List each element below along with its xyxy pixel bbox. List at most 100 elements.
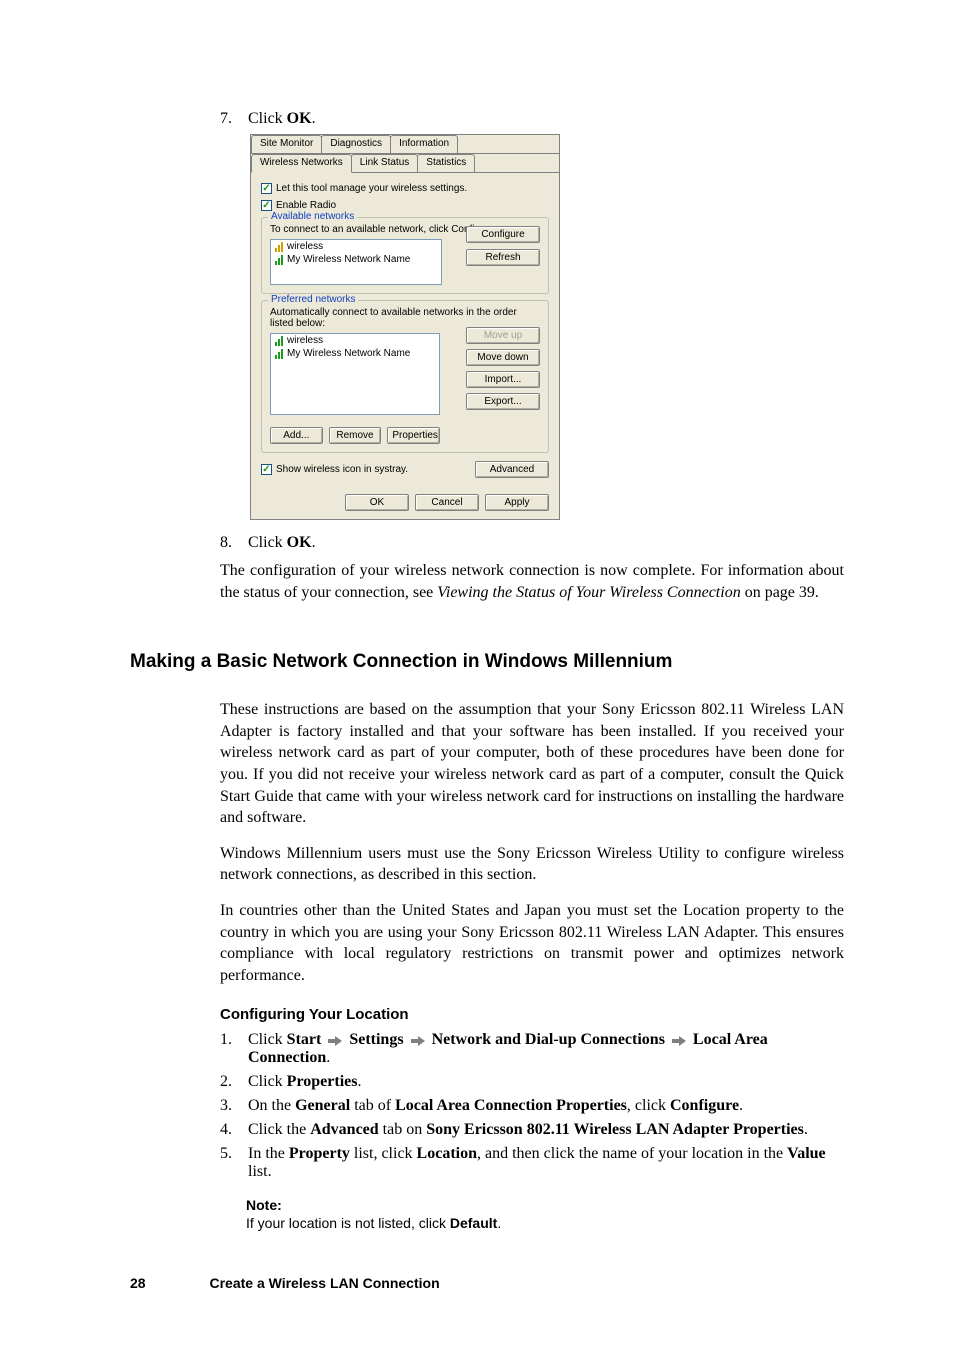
- completion-c: on page 39.: [741, 584, 819, 601]
- cancel-button[interactable]: Cancel: [415, 494, 479, 511]
- t: Configure: [670, 1097, 739, 1114]
- t: In the: [248, 1145, 289, 1162]
- t: On the: [248, 1097, 295, 1114]
- tab-wireless-networks[interactable]: Wireless Networks: [251, 154, 352, 173]
- loc-step-5-text: In the Property list, click Location, an…: [248, 1145, 844, 1181]
- checkbox-tool-manage[interactable]: ✓ Let this tool manage your wireless set…: [261, 183, 549, 194]
- move-down-button[interactable]: Move down: [466, 349, 540, 366]
- tab-site-monitor[interactable]: Site Monitor: [251, 135, 322, 153]
- intro-para-3: In countries other than the United State…: [220, 900, 844, 986]
- loc-step-2: 2. Click Properties.: [220, 1073, 844, 1091]
- note-body: If your location is not listed, click De…: [246, 1215, 844, 1231]
- tab-diagnostics[interactable]: Diagnostics: [321, 135, 391, 153]
- tab-row-upper: Site Monitor Diagnostics Information: [251, 135, 559, 154]
- t: .: [497, 1215, 501, 1231]
- group-available-title: Available networks: [268, 211, 357, 222]
- group-preferred-networks: Preferred networks Automatically connect…: [261, 300, 549, 453]
- ok-button[interactable]: OK: [345, 494, 409, 511]
- checkbox-icon: ✓: [261, 200, 272, 211]
- step-7: 7. Click OK.: [220, 110, 844, 128]
- loc-step-3-text: On the General tab of Local Area Connect…: [248, 1097, 743, 1115]
- checkbox-tool-label: Let this tool manage your wireless setti…: [276, 183, 467, 194]
- loc-step-1-text: Click Start Settings Network and Dial-up…: [248, 1031, 844, 1067]
- import-button[interactable]: Import...: [466, 371, 540, 388]
- t: .: [357, 1073, 361, 1090]
- t: Click: [248, 1031, 287, 1048]
- completion-link: Viewing the Status of Your Wireless Conn…: [437, 584, 740, 601]
- arrow-icon: [328, 1036, 342, 1046]
- checkbox-radio-label: Enable Radio: [276, 200, 336, 211]
- loc-step-4-num: 4.: [220, 1121, 238, 1139]
- apply-button[interactable]: Apply: [485, 494, 549, 511]
- completion-paragraph: The configuration of your wireless netwo…: [220, 560, 844, 603]
- t: Local Area Connection Properties: [395, 1097, 627, 1114]
- t: Sony Ericsson 802.11 Wireless LAN Adapte…: [426, 1121, 804, 1138]
- t: .: [739, 1097, 743, 1114]
- loc-step-1-num: 1.: [220, 1031, 238, 1067]
- step-7-pre: Click: [248, 110, 287, 127]
- signal-icon: [275, 336, 283, 346]
- t: .: [804, 1121, 808, 1138]
- note-title: Note:: [246, 1197, 844, 1213]
- t: Network and Dial-up Connections: [432, 1031, 665, 1048]
- list-item[interactable]: wireless: [271, 240, 441, 253]
- step-8-post: .: [312, 534, 316, 551]
- list-item[interactable]: wireless: [271, 334, 439, 347]
- t: Start: [287, 1031, 322, 1048]
- page-footer: 28 Create a Wireless LAN Connection: [130, 1275, 440, 1291]
- signal-icon: [275, 242, 283, 252]
- intro-para-2: Windows Millennium users must use the So…: [220, 843, 844, 886]
- section-heading: Making a Basic Network Connection in Win…: [130, 651, 844, 673]
- checkbox-icon: ✓: [261, 183, 272, 194]
- t: list.: [248, 1163, 272, 1180]
- checkbox-enable-radio[interactable]: ✓ Enable Radio: [261, 200, 549, 211]
- configure-button[interactable]: Configure: [466, 226, 540, 243]
- loc-step-2-text: Click Properties.: [248, 1073, 361, 1091]
- available-listbox[interactable]: wireless My Wireless Network Name: [270, 239, 442, 285]
- t: Value: [787, 1145, 826, 1162]
- list-item[interactable]: My Wireless Network Name: [271, 253, 441, 266]
- arrow-icon: [411, 1036, 425, 1046]
- remove-button[interactable]: Remove: [329, 427, 382, 444]
- loc-step-4-text: Click the Advanced tab on Sony Ericsson …: [248, 1121, 808, 1139]
- t: list, click: [350, 1145, 417, 1162]
- advanced-button[interactable]: Advanced: [475, 461, 549, 478]
- move-up-button[interactable]: Move up: [466, 327, 540, 344]
- properties-button[interactable]: Properties: [387, 427, 440, 444]
- loc-step-4: 4. Click the Advanced tab on Sony Ericss…: [220, 1121, 844, 1139]
- preferred-listbox[interactable]: wireless My Wireless Network Name: [270, 333, 440, 415]
- group-preferred-title: Preferred networks: [268, 294, 358, 305]
- signal-icon: [275, 255, 283, 265]
- loc-step-5: 5. In the Property list, click Location,…: [220, 1145, 844, 1181]
- export-button[interactable]: Export...: [466, 393, 540, 410]
- tab-information[interactable]: Information: [390, 135, 458, 153]
- dialog-screenshot: Site Monitor Diagnostics Information Wir…: [250, 134, 844, 520]
- t: tab of: [350, 1097, 395, 1114]
- t: Click: [248, 1073, 287, 1090]
- step-7-num: 7.: [220, 110, 238, 128]
- t: Advanced: [310, 1121, 378, 1138]
- list-item[interactable]: My Wireless Network Name: [271, 347, 439, 360]
- loc-step-3: 3. On the General tab of Local Area Conn…: [220, 1097, 844, 1115]
- loc-step-5-num: 5.: [220, 1145, 238, 1181]
- step-8: 8. Click OK.: [220, 534, 844, 552]
- refresh-button[interactable]: Refresh: [466, 249, 540, 266]
- checkbox-systray[interactable]: ✓ Show wireless icon in systray.: [261, 464, 408, 475]
- t: , and then click the name of your locati…: [477, 1145, 787, 1162]
- dialog-buttons: OK Cancel Apply: [251, 488, 559, 519]
- t: .: [326, 1049, 330, 1066]
- list-item-label: wireless: [287, 241, 323, 252]
- step-8-text: Click OK.: [248, 534, 316, 552]
- step-7-text: Click OK.: [248, 110, 316, 128]
- tab-link-status[interactable]: Link Status: [351, 154, 418, 172]
- chapter-title: Create a Wireless LAN Connection: [209, 1275, 439, 1291]
- tab-row-lower: Wireless Networks Link Status Statistics: [251, 154, 559, 173]
- t: Properties: [287, 1073, 358, 1090]
- page-number: 28: [130, 1275, 146, 1291]
- add-button[interactable]: Add...: [270, 427, 323, 444]
- intro-para-1: These instructions are based on the assu…: [220, 699, 844, 829]
- loc-step-1: 1. Click Start Settings Network and Dial…: [220, 1031, 844, 1067]
- tab-statistics[interactable]: Statistics: [417, 154, 475, 172]
- loc-step-3-num: 3.: [220, 1097, 238, 1115]
- list-item-label: wireless: [287, 335, 323, 346]
